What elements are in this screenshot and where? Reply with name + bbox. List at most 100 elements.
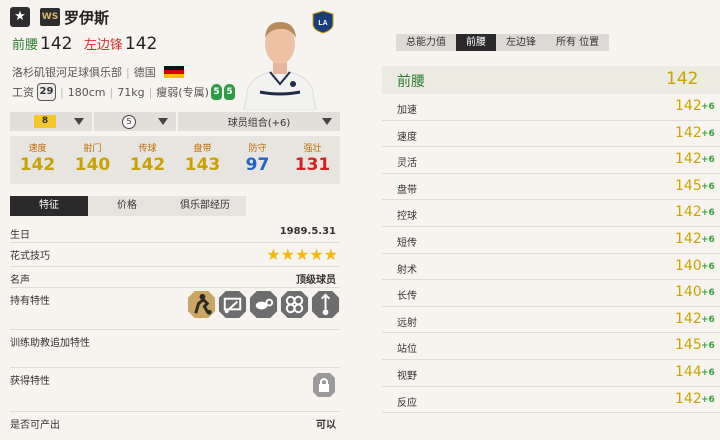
tab-club-history[interactable]: 俱乐部经历 [166, 196, 244, 216]
primary-position-rating: 142 [40, 34, 73, 54]
attribute-name: 控球 [397, 211, 417, 223]
attribute-delta: +6 [701, 155, 715, 166]
chevron-down-icon [158, 118, 168, 125]
stat-value: 131 [294, 155, 331, 175]
skill-stars: ★★★★★ [266, 245, 338, 264]
attribute-row: 加速 142 +6 [382, 94, 720, 121]
body-type: 瘦弱(专属) [156, 86, 209, 99]
row-tradeable: 是否可产出 可以 [10, 412, 340, 436]
detail-tabs: 特征 价格 俱乐部经历 [10, 196, 246, 216]
attributes-panel: 总能力值 前腰 左边锋 所有 位置 前腰 142 加速 142 +6 速度 142 +6… [382, 0, 720, 440]
attribute-name: 盘带 [397, 184, 417, 196]
attribute-row: 反应 142 +6 [382, 387, 720, 414]
secondary-position-rating: 142 [124, 34, 158, 54]
attribute-value: 142 [675, 98, 702, 114]
enhance-level-dropdown[interactable]: 8 [10, 112, 92, 131]
position-name: 前腰 [397, 74, 425, 90]
star-icon[interactable]: ★ [10, 7, 30, 27]
height: 180cm [67, 85, 106, 99]
traits-label: 持有特性 [10, 296, 50, 307]
attribute-name: 灵活 [397, 158, 417, 170]
stat-value: 142 [19, 155, 56, 175]
trait-flair-icon[interactable] [249, 290, 278, 319]
birthday-value: 1989.5.31 [279, 226, 336, 237]
main-stats: 速度 142 射门 140 传球 142 盘带 143 防守 97 强壮 131 [10, 136, 340, 184]
tab-cam[interactable]: 前腰 [456, 34, 496, 51]
stat-label: 射门 [83, 144, 102, 154]
left-foot-icon: 5 [211, 84, 222, 100]
stat-label: 盘带 [193, 144, 212, 154]
wage-label: 工资 [12, 86, 34, 99]
attribute-row: 灵活 142 +6 [382, 147, 720, 174]
tab-overall[interactable]: 总能力值 [396, 34, 456, 51]
trait-long-shot-icon[interactable] [218, 290, 247, 319]
position-tabs: 总能力值 前腰 左边锋 所有 位置 [396, 34, 610, 51]
attribute-delta: +6 [701, 261, 715, 272]
skill-moves-label: 花式技巧 [10, 251, 50, 262]
club-name: 洛杉矶银河足球俱乐部 [12, 66, 122, 79]
stat-value: 97 [245, 155, 270, 175]
attribute-delta: +6 [701, 314, 715, 325]
player-detail-panel: ★ WS 罗伊斯 前腰 142 左边锋 142 洛杉矶银河足球俱乐部 | 德国 工资 2… [0, 0, 350, 440]
stat-value: 142 [129, 155, 166, 175]
team-color-dropdown[interactable]: 球员组合(+6) [178, 112, 340, 131]
attribute-value: 140 [675, 284, 702, 301]
stat-value: 140 [74, 155, 111, 175]
stat-passing: 传球 142 [120, 136, 175, 184]
enhance-level-value: 8 [34, 115, 56, 128]
right-foot-icon: 5 [224, 84, 235, 100]
birthday-label: 生日 [10, 230, 30, 241]
attribute-name: 站位 [397, 344, 417, 356]
stat-defending: 防守 97 [230, 136, 285, 184]
row-acquired-traits: 获得特性 [10, 368, 340, 412]
stat-label: 速度 [28, 144, 47, 154]
attribute-value: 144 [675, 363, 702, 380]
attribute-delta: +6 [701, 128, 715, 139]
trait-playmaker-icon[interactable] [280, 290, 309, 319]
trait-dribbler-icon[interactable] [187, 290, 216, 319]
selector-row: 8 5 球员组合(+6) [10, 112, 340, 131]
lock-icon[interactable] [312, 372, 336, 398]
attribute-name: 视野 [397, 370, 417, 382]
stat-label: 防守 [248, 144, 267, 154]
row-training-traits: 训练助教追加特性 [10, 330, 340, 368]
attribute-row: 速度 142 +6 [382, 121, 720, 148]
primary-position-label: 前腰 [12, 38, 39, 53]
row-fame: 名声 顶级球员 [10, 267, 340, 288]
attribute-delta: +6 [701, 102, 715, 112]
attribute-row: 长传 140 +6 [382, 280, 720, 307]
position-ratings: 前腰 142 左边锋 142 [12, 34, 157, 54]
attribute-value: 142 [675, 390, 702, 407]
position-overall: 142 [666, 69, 699, 89]
player-photo [243, 22, 317, 110]
tab-lw[interactable]: 左边锋 [496, 34, 546, 51]
trait-icons [187, 290, 340, 319]
tab-price[interactable]: 价格 [88, 196, 166, 216]
stat-pace: 速度 142 [10, 136, 65, 184]
secondary-position-label: 左边锋 [83, 38, 123, 53]
attribute-name: 反应 [397, 397, 417, 409]
attribute-value: 140 [675, 257, 702, 274]
row-traits: 持有特性 [10, 288, 340, 330]
attribute-value: 145 [675, 337, 702, 354]
attribute-delta: +6 [701, 394, 715, 405]
stat-physical: 强壮 131 [285, 136, 340, 184]
position-overall-row: 前腰 142 [382, 66, 720, 94]
training-traits-label: 训练助教追加特性 [10, 338, 90, 349]
attribute-row: 盘带 145 +6 [382, 174, 720, 201]
attribute-name: 加速 [397, 105, 417, 116]
attribute-name: 远射 [397, 317, 417, 329]
nation-name: 德国 [133, 66, 156, 79]
stat-dribbling: 盘带 143 [175, 136, 230, 184]
attribute-row: 视野 144 +6 [382, 360, 720, 387]
attribute-delta: +6 [701, 367, 715, 378]
trait-finesse-icon[interactable] [311, 290, 340, 319]
upgrade-dropdown[interactable]: 5 [94, 112, 176, 131]
row-skill-moves: 花式技巧 ★★★★★ [10, 243, 340, 267]
attribute-delta: +6 [701, 288, 715, 299]
attribute-row: 远射 142 +6 [382, 307, 720, 334]
tab-all-positions[interactable]: 所有 位置 [546, 34, 609, 51]
attribute-name: 长传 [397, 291, 417, 303]
attribute-row: 控球 142 +6 [382, 200, 720, 227]
tab-traits[interactable]: 特征 [10, 196, 88, 216]
